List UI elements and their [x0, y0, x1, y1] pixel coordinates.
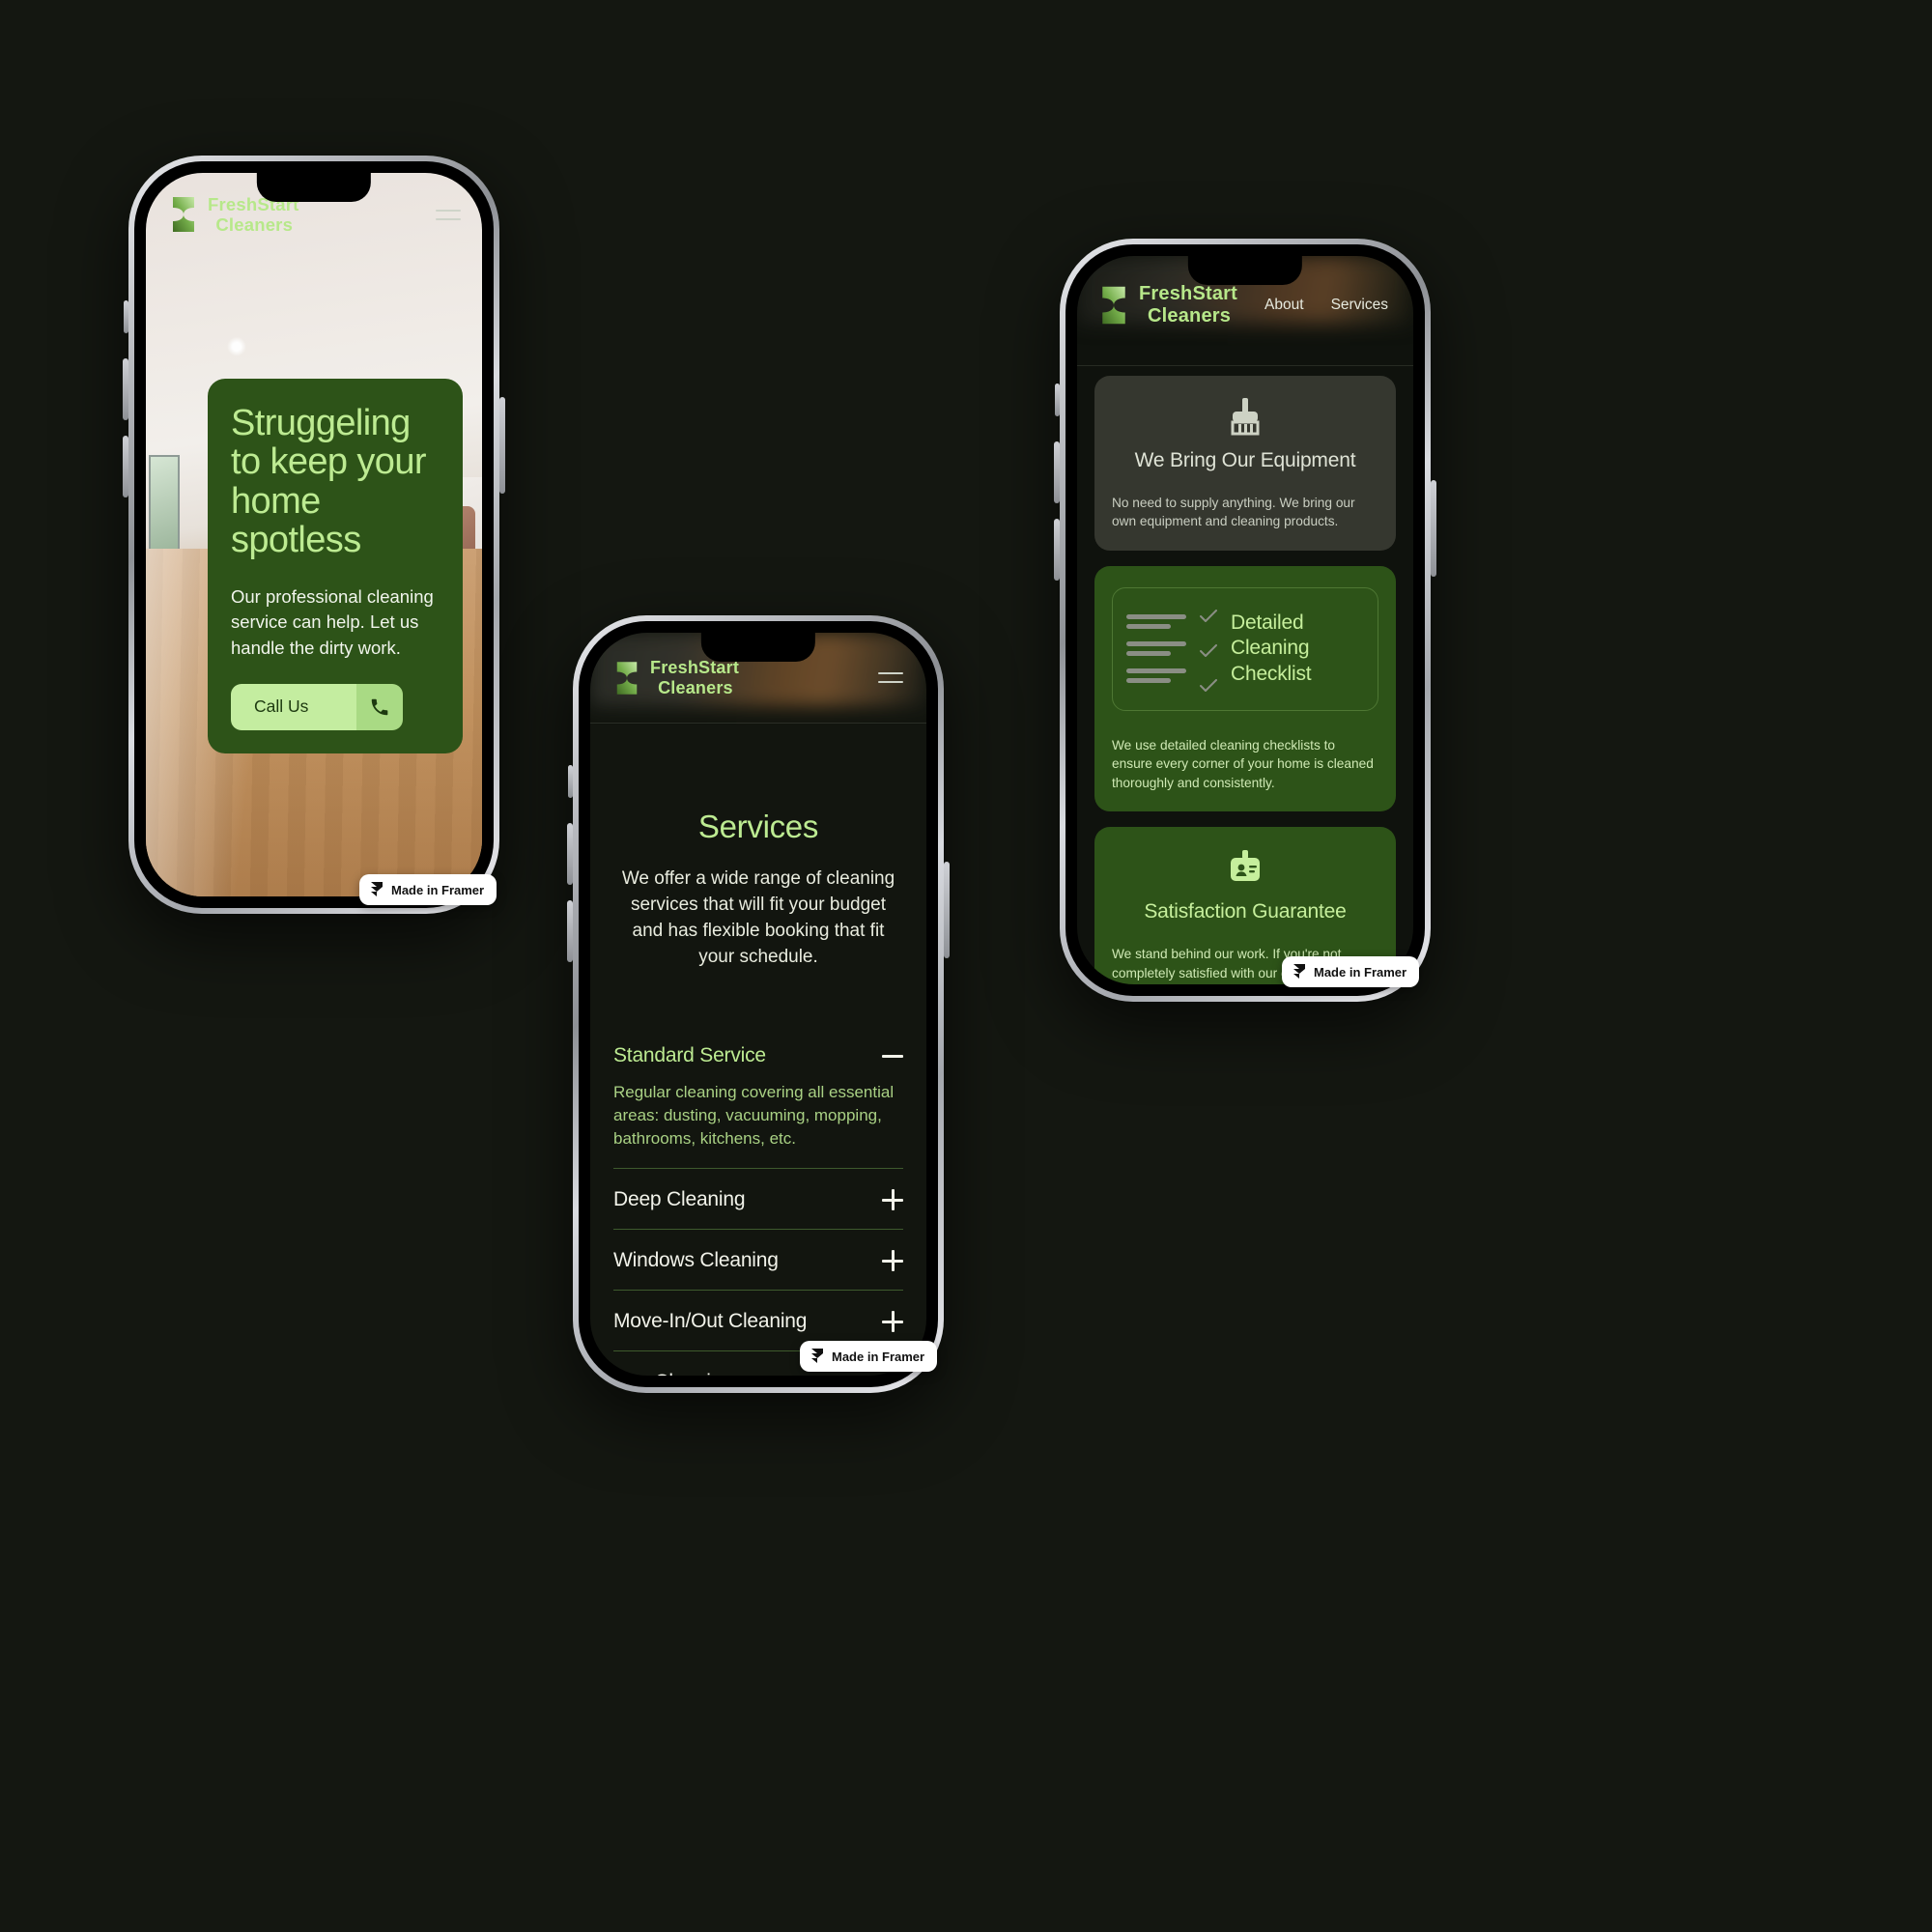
- services-section: Services We offer a wide range of cleani…: [590, 749, 926, 1376]
- accordion-label: Move-In/Out Cleaning: [613, 1310, 808, 1333]
- freshstart-s-logo-icon: [173, 197, 194, 233]
- phone-power-button[interactable]: [944, 862, 950, 958]
- check-icon: [1200, 609, 1217, 622]
- phone-mute-switch[interactable]: [124, 300, 128, 333]
- hamburger-menu-icon[interactable]: [436, 209, 461, 220]
- plus-icon[interactable]: [882, 1372, 903, 1376]
- phone-mute-switch[interactable]: [568, 765, 573, 798]
- brand-name: FreshStart Cleaners: [1139, 283, 1237, 327]
- accordion-item-standard-service[interactable]: Standard Service Regular cleaning coveri…: [613, 1025, 903, 1170]
- call-us-button[interactable]: Call Us: [231, 683, 403, 730]
- checklist-bars: [1126, 614, 1186, 684]
- accordion-label: Standard Service: [613, 1043, 766, 1066]
- phone-volume-up-button[interactable]: [123, 358, 128, 420]
- brand-logo-link[interactable]: FreshStart Cleaners: [613, 658, 739, 698]
- framer-logo-icon: [1293, 964, 1305, 979]
- phone-bezel: FreshStart Cleaners About Services We Br…: [1065, 244, 1425, 996]
- hero-card: Struggeling to keep your home spotless O…: [208, 379, 463, 753]
- phone-power-button[interactable]: [499, 397, 505, 494]
- broom-icon: [1112, 397, 1378, 440]
- phone-mockup-hero: FreshStart Cleaners Struggeling to keep …: [123, 156, 505, 914]
- phone-screen-features: FreshStart Cleaners About Services We Br…: [1077, 256, 1413, 984]
- made-in-framer-badge[interactable]: Made in Framer: [1282, 956, 1420, 987]
- hamburger-menu-icon[interactable]: [878, 672, 903, 684]
- phone-screen-hero: FreshStart Cleaners Struggeling to keep …: [146, 173, 482, 896]
- checklist-bar-row: [1126, 614, 1186, 630]
- photo-vase: [183, 737, 247, 861]
- phone-screen-services: FreshStart Cleaners Services We offer a …: [590, 633, 926, 1376]
- phone-mockup-services: FreshStart Cleaners Services We offer a …: [567, 615, 950, 1393]
- header-divider: [590, 723, 926, 724]
- phone-bezel: FreshStart Cleaners Services We offer a …: [579, 621, 938, 1387]
- photo-window: [149, 455, 180, 556]
- feature-card-title: We Bring Our Equipment: [1134, 449, 1356, 471]
- phone-icon: [356, 683, 403, 730]
- phone-bezel: FreshStart Cleaners Struggeling to keep …: [134, 161, 494, 908]
- phone-volume-down-button[interactable]: [567, 900, 573, 962]
- accordion-header[interactable]: Deep Cleaning: [613, 1188, 903, 1211]
- accordion-label: Deep Cleaning: [613, 1188, 746, 1211]
- framer-logo-icon: [371, 882, 383, 896]
- hero-subtitle: Our professional cleaning service can he…: [231, 586, 434, 658]
- brand-line-2: Cleaners: [658, 677, 733, 697]
- accordion-body: Regular cleaning covering all essential …: [613, 1082, 895, 1149]
- phone-volume-up-button[interactable]: [567, 823, 573, 885]
- check-icon: [1200, 678, 1217, 692]
- brand-name: FreshStart Cleaners: [650, 658, 739, 698]
- plus-icon[interactable]: [882, 1189, 903, 1211]
- made-in-framer-label: Made in Framer: [1314, 964, 1407, 980]
- checklist-illustration-title: Detailed Cleaning Checklist: [1231, 611, 1312, 686]
- accordion-item-deep-cleaning[interactable]: Deep Cleaning: [613, 1169, 903, 1231]
- checklist-checkmarks: [1200, 606, 1217, 693]
- phone-mockup-features: FreshStart Cleaners About Services We Br…: [1054, 239, 1436, 1002]
- made-in-framer-badge[interactable]: Made in Framer: [800, 1341, 938, 1372]
- phone-notch: [256, 173, 372, 202]
- phone-volume-down-button[interactable]: [1054, 519, 1060, 581]
- brand-logo-link[interactable]: FreshStart Cleaners: [1098, 283, 1237, 327]
- accordion-header[interactable]: Standard Service: [613, 1044, 903, 1067]
- made-in-framer-label: Made in Framer: [832, 1349, 925, 1364]
- feature-card-text: We use detailed cleaning checklists to e…: [1112, 737, 1374, 790]
- accordion-item-windows-cleaning[interactable]: Windows Cleaning: [613, 1230, 903, 1292]
- nav-link-about[interactable]: About: [1264, 297, 1304, 314]
- phone-power-button[interactable]: [1431, 480, 1436, 577]
- phone-volume-down-button[interactable]: [123, 436, 128, 497]
- checklist-illustration: Detailed Cleaning Checklist: [1112, 586, 1378, 711]
- accordion-header[interactable]: Move-In/Out Cleaning: [613, 1310, 903, 1333]
- freshstart-s-logo-icon: [1102, 286, 1125, 325]
- phone-notch: [1187, 256, 1303, 285]
- nav-link-services[interactable]: Services: [1331, 297, 1388, 314]
- check-icon: [1200, 643, 1217, 657]
- accordion-label: Windows Cleaning: [613, 1249, 779, 1272]
- framer-logo-icon: [811, 1349, 823, 1363]
- header-divider: [1077, 365, 1413, 366]
- hero-title: Struggeling to keep your home spotless: [231, 403, 427, 560]
- primary-nav: About Services: [1264, 297, 1392, 314]
- plus-icon[interactable]: [882, 1311, 903, 1333]
- freshstart-s-logo-icon: [616, 662, 638, 695]
- minus-icon[interactable]: [882, 1045, 903, 1066]
- feature-card-equipment: We Bring Our Equipment No need to supply…: [1094, 376, 1396, 551]
- brand-line-2: Cleaners: [215, 214, 294, 236]
- id-badge-icon: [1112, 848, 1378, 891]
- plus-icon[interactable]: [882, 1250, 903, 1272]
- features-section: We Bring Our Equipment No need to supply…: [1077, 376, 1413, 984]
- feature-card-text: No need to supply anything. We bring our…: [1112, 496, 1355, 529]
- brand-line-1: FreshStart: [1139, 283, 1238, 304]
- feature-card-checklist: Detailed Cleaning Checklist We use detai…: [1094, 565, 1396, 812]
- call-us-label: Call Us: [231, 683, 356, 730]
- services-description: We offer a wide range of cleaning servic…: [621, 868, 895, 967]
- feature-card-title: Satisfaction Guarantee: [1144, 900, 1347, 923]
- brand-line-2: Cleaners: [1148, 305, 1232, 327]
- checklist-bar-row: [1126, 641, 1186, 657]
- phone-volume-up-button[interactable]: [1054, 441, 1060, 503]
- phone-notch: [700, 633, 816, 662]
- made-in-framer-badge[interactable]: Made in Framer: [359, 874, 497, 905]
- checklist-bar-row: [1126, 668, 1186, 684]
- services-title: Services: [697, 809, 819, 844]
- accordion-label: Eco-Cleaning: [613, 1371, 733, 1376]
- made-in-framer-label: Made in Framer: [391, 882, 485, 897]
- accordion-header[interactable]: Windows Cleaning: [613, 1249, 903, 1272]
- phone-mute-switch[interactable]: [1055, 384, 1060, 416]
